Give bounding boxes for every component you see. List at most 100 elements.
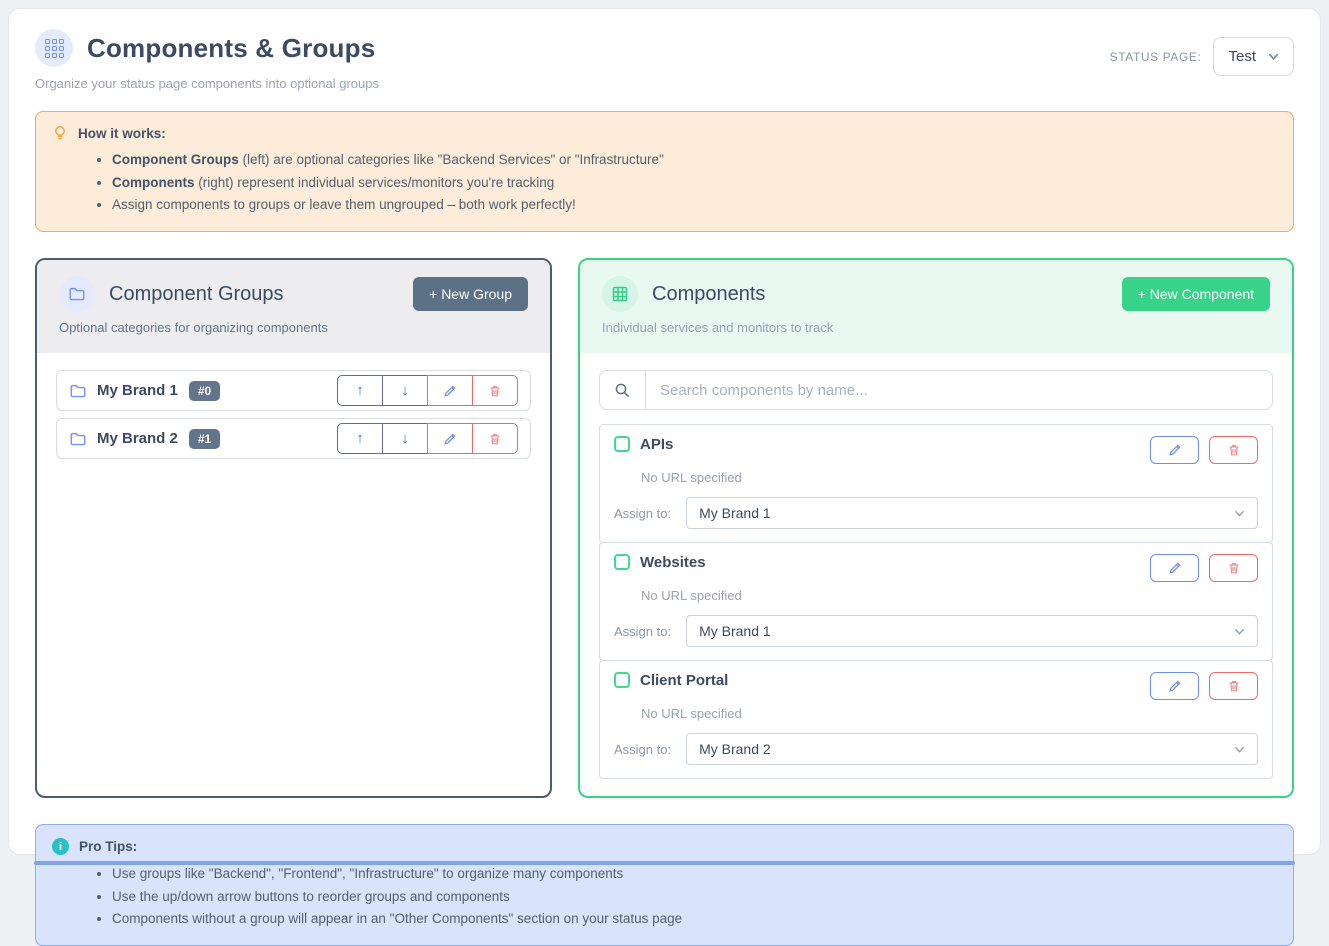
component-url-note: No URL specified [641,588,1258,603]
delete-group-button[interactable] [472,375,518,406]
trash-icon [1227,561,1241,575]
search-icon [614,382,631,399]
component-search [599,370,1273,410]
groups-panel-title: Component Groups [109,283,284,306]
lightbulb-icon [52,125,68,141]
component-checkbox-icon [614,554,630,570]
group-row: My Brand 1 #0 ↑ ↓ [56,370,531,411]
delete-component-button[interactable] [1209,436,1258,464]
pro-tips-callout: i Pro Tips: Use groups like "Backend", "… [35,824,1294,946]
delete-group-button[interactable] [472,423,518,454]
how-it-works-item: Assign components to groups or leave the… [112,194,1277,217]
pro-tips-list: Use groups like "Backend", "Frontend", "… [52,863,1277,931]
pro-tips-item: Use groups like "Backend", "Frontend", "… [112,863,1277,886]
assign-group-select[interactable]: My Brand 1 [686,497,1258,529]
pro-tips-item: Components without a group will appear i… [112,908,1277,931]
assign-to-label: Assign to: [614,742,671,757]
folder-icon [69,430,87,448]
page-card: Components & Groups Organize your status… [8,8,1321,855]
page-header: Components & Groups Organize your status… [35,29,1294,91]
delete-component-button[interactable] [1209,672,1258,700]
arrow-down-icon: ↓ [401,382,409,399]
pencil-icon [1168,679,1182,693]
info-icon: i [52,838,69,855]
component-url-note: No URL specified [641,470,1258,485]
group-row: My Brand 2 #1 ↑ ↓ [56,418,531,459]
edit-group-button[interactable] [427,375,473,406]
folder-icon [68,285,86,303]
assigned-group-value: My Brand 2 [699,741,771,757]
assigned-group-value: My Brand 1 [699,623,771,639]
next-section-edge [34,861,1295,865]
move-group-up-button[interactable]: ↑ [337,423,383,454]
new-group-button[interactable]: + New Group [413,277,528,311]
assign-group-select[interactable]: My Brand 2 [686,733,1258,765]
arrow-up-icon: ↑ [356,430,364,447]
how-it-works-item: Components (right) represent individual … [112,172,1277,195]
search-components-input[interactable] [646,371,1272,409]
chevron-down-icon [1234,626,1245,637]
assign-to-label: Assign to: [614,506,671,521]
component-url-note: No URL specified [641,706,1258,721]
how-it-works-item: Component Groups (left) are optional cat… [112,149,1277,172]
folder-icon-circle [59,276,95,312]
move-group-down-button[interactable]: ↓ [382,375,428,406]
pencil-icon [443,384,457,398]
trash-icon [1227,443,1241,457]
group-order-badge: #1 [189,429,220,449]
delete-component-button[interactable] [1209,554,1258,582]
grid-icon-circle [602,276,638,312]
components-panel: Components + New Component Individual se… [578,258,1294,798]
component-card: Websites No URL specified Assign to: My … [599,542,1273,661]
trash-icon [488,432,502,446]
move-group-down-button[interactable]: ↓ [382,423,428,454]
edit-component-button[interactable] [1150,436,1199,464]
move-group-up-button[interactable]: ↑ [337,375,383,406]
components-panel-title: Components [652,283,765,306]
assign-group-select[interactable]: My Brand 1 [686,615,1258,647]
trash-icon [1227,679,1241,693]
page-title: Components & Groups [87,33,375,64]
groups-panel-subtitle: Optional categories for organizing compo… [59,320,528,335]
component-name: Client Portal [640,672,728,689]
chevron-down-icon [1234,744,1245,755]
pro-tips-item: Use the up/down arrow buttons to reorder… [112,886,1277,909]
trash-icon [488,384,502,398]
chevron-down-icon [1268,51,1279,62]
page-subtitle: Organize your status page components int… [35,76,379,91]
component-checkbox-icon [614,672,630,688]
groups-list: My Brand 1 #0 ↑ ↓ My Brand 2 #1 ↑ [37,353,550,796]
status-page-label: STATUS PAGE: [1110,50,1202,64]
edit-component-button[interactable] [1150,554,1199,582]
component-card: Client Portal No URL specified Assign to… [599,660,1273,779]
group-order-badge: #0 [189,381,220,401]
components-list: APIs No URL specified Assign to: My Bran… [599,424,1273,779]
edit-component-button[interactable] [1150,672,1199,700]
grid-dots-icon [45,39,64,58]
status-page-select[interactable]: Test [1213,37,1294,76]
arrow-up-icon: ↑ [356,382,364,399]
chevron-down-icon [1234,508,1245,519]
component-groups-panel: Component Groups + New Group Optional ca… [35,258,552,798]
component-checkbox-icon [614,436,630,452]
status-page-value: Test [1228,48,1256,65]
group-name: My Brand 1 [97,382,178,399]
pencil-icon [443,432,457,446]
assign-to-label: Assign to: [614,624,671,639]
table-grid-icon [611,285,629,303]
pencil-icon [1168,443,1182,457]
component-name: APIs [640,436,673,453]
component-name: Websites [640,554,706,571]
how-it-works-title: How it works: [78,126,166,141]
edit-group-button[interactable] [427,423,473,454]
how-it-works-list: Component Groups (left) are optional cat… [52,149,1277,217]
how-it-works-callout: How it works: Component Groups (left) ar… [35,111,1294,232]
components-app-icon [35,29,73,67]
arrow-down-icon: ↓ [401,430,409,447]
components-panel-subtitle: Individual services and monitors to trac… [602,320,1270,335]
new-component-button[interactable]: + New Component [1122,277,1270,311]
pencil-icon [1168,561,1182,575]
pro-tips-title: Pro Tips: [79,839,137,854]
folder-icon [69,382,87,400]
search-icon-addon [600,371,646,409]
